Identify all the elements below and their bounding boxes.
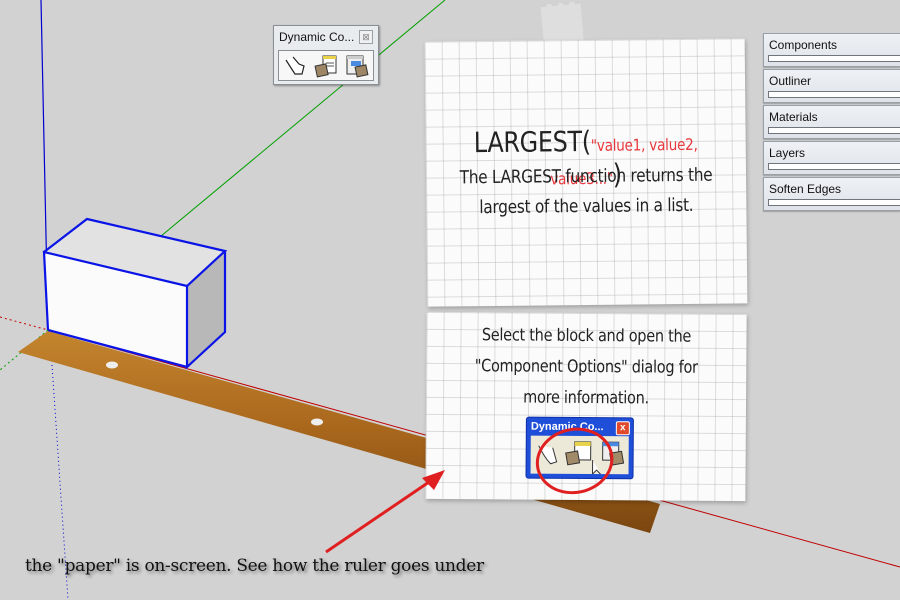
- instructions-line-3: more information.: [523, 387, 649, 409]
- tray-panel-label: Layers: [769, 146, 806, 160]
- close-icon[interactable]: ⊠: [359, 30, 373, 44]
- tray-panel-outliner[interactable]: Outliner: [763, 69, 900, 103]
- mini-close-icon: x: [615, 421, 630, 436]
- description-line-2: largest of the values in a list.: [479, 194, 694, 219]
- annotation-caption: the "paper" is on-screen. See how the ru…: [25, 556, 484, 576]
- instructions-text: Select the block and open the "Component…: [450, 320, 723, 415]
- function-name: LARGEST(: [473, 124, 591, 160]
- tray-panel-materials[interactable]: Materials: [763, 105, 900, 139]
- ruler-hole: [311, 418, 323, 426]
- note-largest-function: LARGEST("value1, value2, value3...") The…: [424, 38, 748, 307]
- component-options-button[interactable]: [314, 54, 338, 78]
- function-description: The LARGEST function returns the largest…: [450, 161, 723, 224]
- red-axis-dotted: [0, 316, 49, 331]
- instructions-line-2: "Component Options" dialog for: [474, 356, 698, 378]
- tray-panel-collapse-bar[interactable]: [768, 91, 900, 98]
- note-component-options: Select the block and open the "Component…: [425, 311, 747, 502]
- component-attributes-button[interactable]: [345, 54, 369, 78]
- tray-panel-collapse-bar[interactable]: [768, 199, 900, 206]
- hand-pointer-icon: [285, 56, 305, 75]
- tray-panel-label: Components: [769, 38, 838, 52]
- description-line-1: The LARGEST function returns the: [459, 164, 713, 189]
- tray-panel-collapse-bar[interactable]: [768, 127, 900, 134]
- tray-panel-layers[interactable]: Layers: [763, 141, 900, 175]
- component-options-icon: [314, 55, 337, 78]
- toolbar-title: Dynamic Co...: [279, 30, 355, 44]
- ruler-hole: [106, 361, 118, 369]
- tray-panel-collapse-bar[interactable]: [768, 55, 900, 62]
- tray-panel-label: Outliner: [769, 74, 812, 88]
- dynamic-components-toolbar[interactable]: Dynamic Co... ⊠: [273, 25, 379, 85]
- tray-panel-soften-edges[interactable]: Soften Edges: [763, 177, 900, 211]
- tray-panel-label: Soften Edges: [769, 182, 842, 196]
- tray-panel-collapse-bar[interactable]: [768, 163, 900, 170]
- tray-panel-label: Materials: [769, 110, 818, 124]
- instructions-line-1: Select the block and open the: [481, 325, 692, 347]
- tray-panel-components[interactable]: Components: [763, 33, 900, 67]
- default-tray: Components Outliner Materials Layers Sof…: [763, 33, 900, 213]
- component-attributes-icon: [346, 55, 369, 78]
- toolbar-tools: [278, 50, 374, 81]
- interact-tool-button[interactable]: [283, 54, 307, 78]
